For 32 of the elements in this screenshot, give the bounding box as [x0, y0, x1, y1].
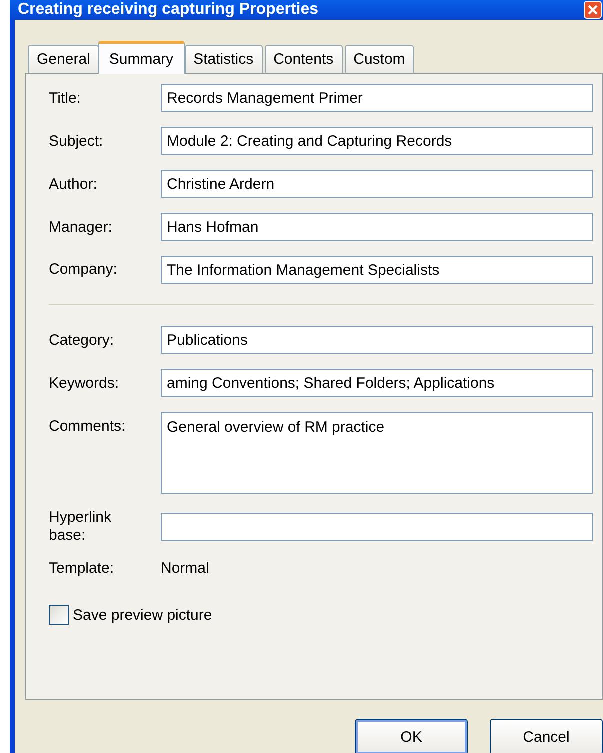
tab[interactable]: Custom [344, 45, 414, 73]
field-label: Template: [49, 560, 116, 577]
input-field[interactable]: Records Management Primer [161, 84, 593, 112]
dialog-button[interactable]: Cancel [490, 719, 603, 753]
field-label: Subject: [49, 132, 104, 150]
field-label: Keywords: [49, 374, 120, 392]
input-field[interactable]: General overview of RM practice [161, 412, 593, 494]
field-label: Company: [49, 261, 118, 279]
close-button[interactable] [584, 1, 602, 19]
input-field[interactable]: Christine Ardern [161, 170, 593, 198]
tab[interactable]: Summary [98, 41, 185, 74]
input-field[interactable]: aming Conventions; Shared Folders; Applications [161, 369, 593, 397]
window-title: Creating receiving capturing Properties [18, 0, 319, 20]
checkbox-label: Save preview picture [73, 606, 212, 624]
tab[interactable]: Statistics [184, 45, 263, 73]
close-icon [587, 4, 599, 16]
field-label: Comments: [49, 417, 127, 435]
field-label: Hyperlink base: [49, 509, 113, 545]
field-label: Manager: [49, 218, 114, 236]
input-field[interactable] [161, 513, 593, 541]
input-field[interactable]: Module 2: Creating and Capturing Records [161, 127, 593, 155]
input-field[interactable]: Hans Hofman [161, 213, 593, 241]
template-value: Normal [161, 560, 210, 577]
input-field[interactable]: Publications [161, 326, 593, 354]
dialog-button[interactable]: OK [355, 719, 468, 753]
checkbox[interactable] [49, 605, 69, 625]
field-label: Category: [49, 332, 116, 348]
field-label: Author: [49, 176, 98, 192]
tab[interactable]: Contents [264, 45, 343, 73]
field-label: Title: [49, 90, 82, 106]
input-field[interactable]: The Information Management Specialists [161, 256, 593, 284]
tab[interactable]: General [28, 45, 100, 73]
